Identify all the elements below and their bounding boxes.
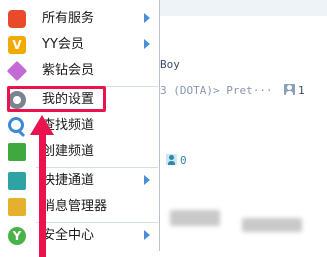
menu-item-security-center[interactable]: Y 安全中心 xyxy=(0,223,159,249)
member-count-value: 0 xyxy=(180,154,187,167)
purple-diamond-icon xyxy=(6,60,28,82)
shortcut-icon xyxy=(8,172,26,190)
menu-item-find-channel[interactable]: 查找频道 xyxy=(0,113,159,139)
menu-item-create-channel[interactable]: 创建频道 xyxy=(0,139,159,165)
blurred-content xyxy=(170,210,220,226)
menu-item-yy-vip[interactable]: V YY会员 xyxy=(0,32,159,58)
background-text-line1: Boy xyxy=(160,58,180,71)
home-icon xyxy=(8,143,26,161)
menu-item-label: 快捷通道 xyxy=(42,173,95,188)
background-strip xyxy=(160,0,327,16)
menu-item-label: 紫钻会员 xyxy=(42,63,95,78)
context-menu: 所有服务 V YY会员 紫钻会员 我的设置 查找频道 创建频道 快捷通道 消息管… xyxy=(0,0,160,251)
member-count-1: 1 xyxy=(284,84,305,97)
menu-item-message-manager[interactable]: 消息管理器 xyxy=(0,194,159,220)
menu-item-label: 安全中心 xyxy=(42,228,95,243)
menu-item-label: 消息管理器 xyxy=(42,199,108,214)
menu-item-all-services[interactable]: 所有服务 xyxy=(0,6,159,32)
security-center-icon: Y xyxy=(8,227,26,245)
member-count-2: 0 xyxy=(166,154,187,167)
chevron-right-icon xyxy=(144,13,150,23)
highlight-box xyxy=(7,86,106,112)
person-icon xyxy=(166,154,177,165)
menu-item-label: 创建频道 xyxy=(42,144,95,159)
chevron-right-icon xyxy=(144,175,150,185)
background-text-line2: 3 (DOTA)> Pret··· xyxy=(160,84,273,97)
person-icon xyxy=(284,84,295,95)
menu-item-label: YY会员 xyxy=(42,37,84,52)
menu-item-shortcut[interactable]: 快捷通道 xyxy=(0,168,159,194)
search-icon xyxy=(8,117,24,133)
menu-item-label: 所有服务 xyxy=(42,11,95,26)
member-count-value: 1 xyxy=(298,84,305,97)
chevron-right-icon xyxy=(144,230,150,240)
menu-item-purple-diamond[interactable]: 紫钻会员 xyxy=(0,58,159,84)
heart-icon xyxy=(8,10,26,28)
message-manager-icon xyxy=(8,198,26,216)
yy-vip-icon: V xyxy=(8,36,26,54)
background-panel: Boy 3 (DOTA)> Pret··· 1 0 xyxy=(160,0,327,251)
annotation-arrow-shaft xyxy=(39,132,46,257)
blurred-content xyxy=(242,218,302,232)
annotation-arrow-head xyxy=(30,115,54,135)
chevron-right-icon xyxy=(144,39,150,49)
